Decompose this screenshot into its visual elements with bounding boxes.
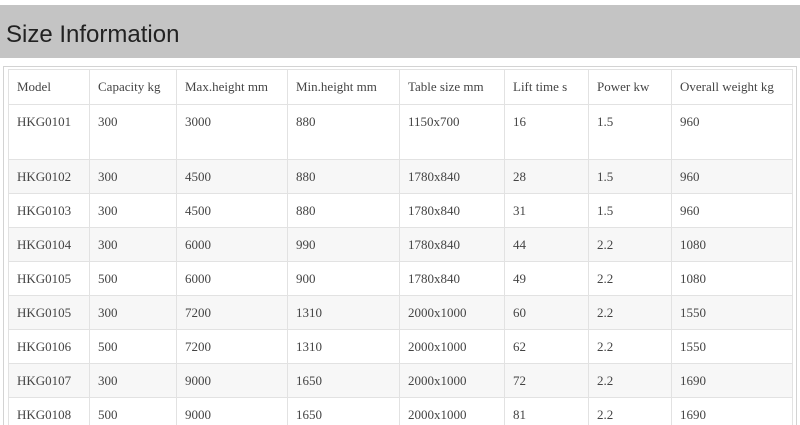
- table-cell: HKG0104: [8, 227, 90, 262]
- table-cell: HKG0101: [8, 104, 90, 160]
- table-cell: 2.2: [588, 397, 672, 425]
- column-header: Model: [8, 69, 90, 105]
- table-cell: 500: [89, 329, 177, 364]
- table-cell: HKG0106: [8, 329, 90, 364]
- column-header: Table size mm: [399, 69, 505, 105]
- table-cell: 300: [89, 193, 177, 228]
- table-cell: 1310: [287, 295, 400, 330]
- table-cell: 2.2: [588, 295, 672, 330]
- table-cell: 4500: [176, 159, 288, 194]
- table-cell: 7200: [176, 295, 288, 330]
- table-cell: 1780x840: [399, 159, 505, 194]
- table-cell: HKG0102: [8, 159, 90, 194]
- table-cell: HKG0103: [8, 193, 90, 228]
- table-cell: 9000: [176, 363, 288, 398]
- table-row: HKG0106 500 7200 1310 2000x1000 62 2.2 1…: [8, 329, 793, 364]
- column-header: Min.height mm: [287, 69, 400, 105]
- table-cell: HKG0108: [8, 397, 90, 425]
- size-information-table: Model Capacity kg Max.height mm Min.heig…: [8, 69, 793, 425]
- table-cell: HKG0105: [8, 261, 90, 296]
- table-cell: 62: [504, 329, 589, 364]
- table-header-row: Model Capacity kg Max.height mm Min.heig…: [8, 69, 793, 105]
- table-cell: 1550: [671, 295, 793, 330]
- table-row: HKG0105 300 7200 1310 2000x1000 60 2.2 1…: [8, 295, 793, 330]
- table-cell: 1690: [671, 363, 793, 398]
- table-cell: 2.2: [588, 227, 672, 262]
- table-cell: 1690: [671, 397, 793, 425]
- column-header: Lift time s: [504, 69, 589, 105]
- table-cell: 880: [287, 104, 400, 160]
- column-header: Power kw: [588, 69, 672, 105]
- table-cell: 1.5: [588, 104, 672, 160]
- table-cell: 880: [287, 159, 400, 194]
- table-cell: 2000x1000: [399, 397, 505, 425]
- table-row: HKG0102 300 4500 880 1780x840 28 1.5 960: [8, 159, 793, 194]
- table-cell: 1650: [287, 363, 400, 398]
- table-cell: 72: [504, 363, 589, 398]
- table-cell: 6000: [176, 261, 288, 296]
- table-cell: 2.2: [588, 363, 672, 398]
- table-cell: 31: [504, 193, 589, 228]
- section-title: Size Information: [6, 21, 180, 48]
- table-cell: 300: [89, 159, 177, 194]
- table-cell: 500: [89, 261, 177, 296]
- table-cell: 6000: [176, 227, 288, 262]
- table-cell: 1080: [671, 261, 793, 296]
- table-cell: 1650: [287, 397, 400, 425]
- table-cell: 2.2: [588, 261, 672, 296]
- table-cell: 16: [504, 104, 589, 160]
- table-cell: 28: [504, 159, 589, 194]
- table-cell: 1.5: [588, 159, 672, 194]
- column-header: Overall weight kg: [671, 69, 793, 105]
- table-cell: 1.5: [588, 193, 672, 228]
- table-cell: 300: [89, 363, 177, 398]
- table-cell: 1080: [671, 227, 793, 262]
- table-cell: 1780x840: [399, 193, 505, 228]
- section-header: Size Information: [0, 5, 800, 58]
- table-cell: 81: [504, 397, 589, 425]
- table-row: HKG0107 300 9000 1650 2000x1000 72 2.2 1…: [8, 363, 793, 398]
- table-cell: 900: [287, 261, 400, 296]
- table-cell: 60: [504, 295, 589, 330]
- page: Size Information Model Capacity kg Max.h…: [0, 0, 800, 425]
- table-cell: 1310: [287, 329, 400, 364]
- table-cell: 2000x1000: [399, 363, 505, 398]
- column-header: Capacity kg: [89, 69, 177, 105]
- table-cell: 960: [671, 193, 793, 228]
- table-cell: 960: [671, 159, 793, 194]
- table-cell: 300: [89, 227, 177, 262]
- table-cell: 2000x1000: [399, 295, 505, 330]
- table-row: HKG0101 300 3000 880 1150x700 16 1.5 960: [8, 104, 793, 160]
- table-cell: 3000: [176, 104, 288, 160]
- table-row: HKG0103 300 4500 880 1780x840 31 1.5 960: [8, 193, 793, 228]
- table-cell: 1780x840: [399, 227, 505, 262]
- table-cell: HKG0105: [8, 295, 90, 330]
- table-cell: 2000x1000: [399, 329, 505, 364]
- table-cell: 300: [89, 104, 177, 160]
- table-cell: 960: [671, 104, 793, 160]
- table-cell: 500: [89, 397, 177, 425]
- table-cell: 1150x700: [399, 104, 505, 160]
- table-cell: 300: [89, 295, 177, 330]
- table-row: HKG0104 300 6000 990 1780x840 44 2.2 108…: [8, 227, 793, 262]
- table-cell: 9000: [176, 397, 288, 425]
- table-row: HKG0108 500 9000 1650 2000x1000 81 2.2 1…: [8, 397, 793, 425]
- table-cell: HKG0107: [8, 363, 90, 398]
- table-row: HKG0105 500 6000 900 1780x840 49 2.2 108…: [8, 261, 793, 296]
- table-cell: 990: [287, 227, 400, 262]
- table-cell: 2.2: [588, 329, 672, 364]
- table-cell: 49: [504, 261, 589, 296]
- column-header: Max.height mm: [176, 69, 288, 105]
- table-cell: 1780x840: [399, 261, 505, 296]
- table-cell: 4500: [176, 193, 288, 228]
- table-cell: 1550: [671, 329, 793, 364]
- table-cell: 880: [287, 193, 400, 228]
- table-cell: 7200: [176, 329, 288, 364]
- table-cell: 44: [504, 227, 589, 262]
